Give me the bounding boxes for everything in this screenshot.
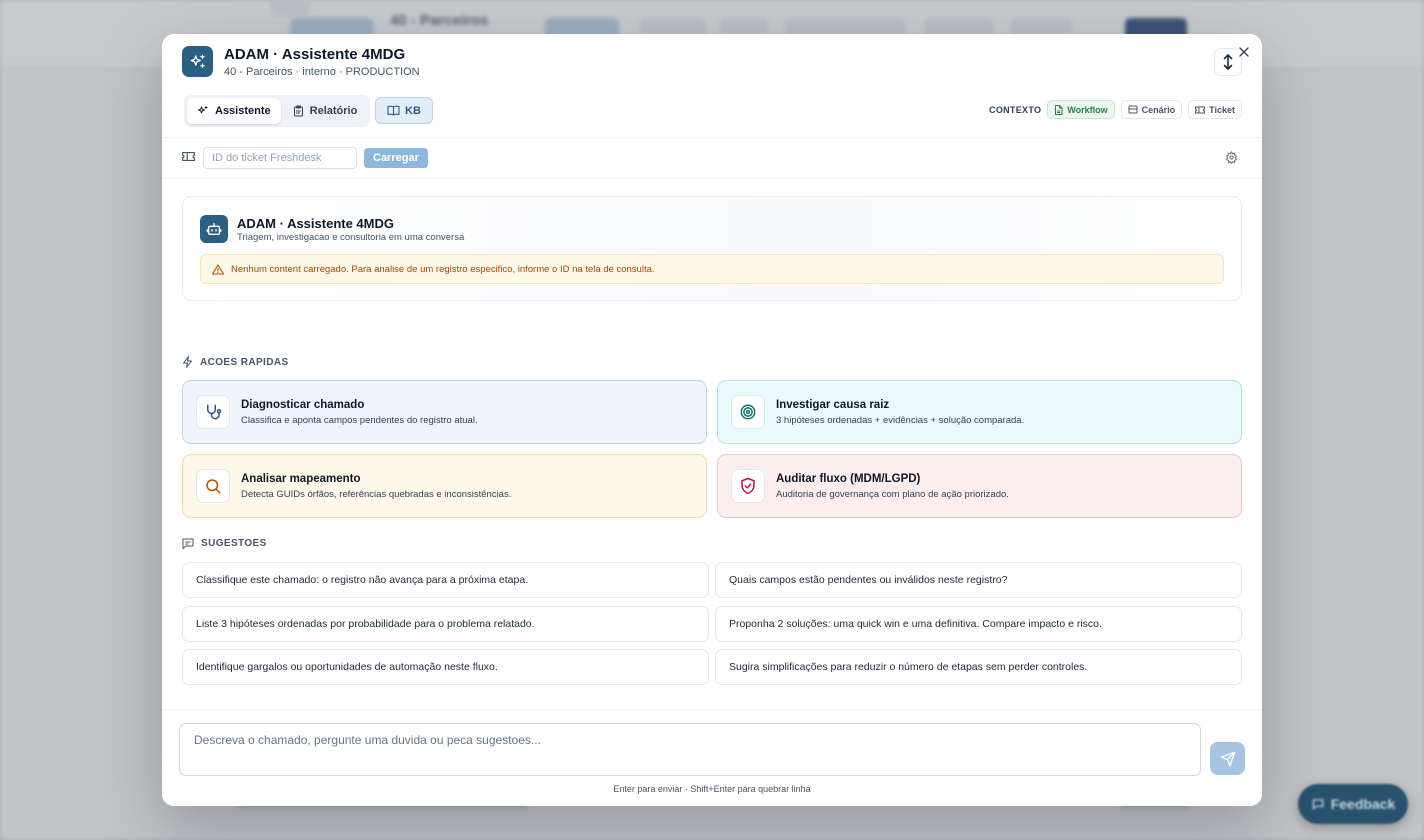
action-title: Analisar mapeamento xyxy=(241,472,361,485)
gear-icon[interactable] xyxy=(1225,151,1238,164)
welcome-title: ADAM · Assistente 4MDG xyxy=(237,216,394,231)
composer: Enter para enviar · Shift+Enter para que… xyxy=(162,709,1262,806)
bot-icon xyxy=(200,215,228,243)
suggestion-item[interactable]: Quais campos estão pendentes ou inválido… xyxy=(715,562,1242,598)
send-icon xyxy=(1220,751,1235,766)
ticket-id-input[interactable] xyxy=(203,147,357,169)
welcome-subtitle: Triagem, investigacao e consultoria em u… xyxy=(237,232,465,243)
target-icon xyxy=(731,395,765,429)
action-desc: Detecta GUIDs órfãos, referências quebra… xyxy=(241,488,512,500)
file-icon xyxy=(1055,104,1063,115)
action-desc: Auditoria de governança com plano de açã… xyxy=(776,488,1009,500)
suggestion-item[interactable]: Identifique gargalos ou oportunidades de… xyxy=(182,649,709,685)
feedback-button[interactable]: Feedback xyxy=(1298,784,1408,824)
context-chip-cenario[interactable]: Cenário xyxy=(1120,100,1183,119)
kb-button[interactable]: KB xyxy=(375,97,433,124)
action-analisar[interactable]: Analisar mapeamento Detecta GUIDs órfãos… xyxy=(182,454,707,518)
welcome-card: ADAM · Assistente 4MDG Triagem, investig… xyxy=(182,196,1242,301)
assistant-content: ADAM · Assistente 4MDG Triagem, investig… xyxy=(162,180,1262,710)
lightning-icon xyxy=(183,356,192,368)
action-diagnosticar[interactable]: Diagnosticar chamado Classifica e aponta… xyxy=(182,380,707,444)
section-label: ACOES RAPIDAS xyxy=(200,356,289,368)
ticket-icon xyxy=(182,152,195,161)
box-icon xyxy=(1128,105,1138,114)
modal-subtitle: 40 - Parceiros · interno · PRODUCTION xyxy=(224,66,420,78)
chat-icon xyxy=(1312,799,1324,811)
warning-icon xyxy=(212,263,224,275)
tab-relatorio[interactable]: Relatório xyxy=(283,98,368,124)
feedback-label: Feedback xyxy=(1330,796,1396,812)
send-button[interactable] xyxy=(1210,742,1245,775)
action-title: Investigar causa raiz xyxy=(776,398,890,411)
assistant-modal: ADAM · Assistente 4MDG 40 - Parceiros · … xyxy=(162,34,1262,806)
action-auditar[interactable]: Auditar fluxo (MDM/LGPD) Auditoria de go… xyxy=(717,454,1242,518)
context-chip-ticket[interactable]: Ticket xyxy=(1188,100,1242,119)
sparkles-icon xyxy=(198,106,208,114)
clipboard-icon xyxy=(293,105,303,117)
context-bar: CONTEXTO Workflow Cenário Ticket xyxy=(989,100,1242,119)
tab-label: Assistente xyxy=(215,105,271,117)
search-icon xyxy=(196,469,230,503)
arrows-vertical-icon xyxy=(1223,54,1233,70)
message-input[interactable] xyxy=(179,723,1201,776)
section-label: SUGESTOES xyxy=(201,538,267,549)
context-chip-workflow[interactable]: Workflow xyxy=(1047,100,1115,119)
modal-title: ADAM · Assistente 4MDG xyxy=(224,46,406,63)
context-label: CONTEXTO xyxy=(989,104,1042,115)
action-desc: Classifica e aponta campos pendentes do … xyxy=(241,414,478,426)
modal-header: ADAM · Assistente 4MDG 40 - Parceiros · … xyxy=(162,34,1262,138)
context-chip-label: Workflow xyxy=(1067,104,1108,115)
ticket-icon xyxy=(1195,106,1206,113)
close-button[interactable] xyxy=(1236,44,1252,60)
message-icon xyxy=(182,538,194,549)
close-icon xyxy=(1239,47,1249,57)
no-content-alert: Nenhum content carregado. Para analise d… xyxy=(200,254,1224,284)
suggestion-item[interactable]: Liste 3 hipóteses ordenadas por probabil… xyxy=(182,606,709,642)
mode-tabs: Assistente Relatório xyxy=(184,95,371,127)
book-icon xyxy=(387,105,400,116)
ticket-bar: Carregar xyxy=(162,139,1262,179)
stethoscope-icon xyxy=(196,395,230,429)
tab-label: Relatório xyxy=(309,105,358,117)
context-chip-label: Cenário xyxy=(1141,104,1176,115)
alert-text: Nenhum content carregado. Para analise d… xyxy=(231,263,655,275)
suggestions-heading: SUGESTOES xyxy=(182,538,267,549)
quick-actions-heading: ACOES RAPIDAS xyxy=(182,356,289,368)
action-title: Auditar fluxo (MDM/LGPD) xyxy=(776,472,921,485)
load-button[interactable]: Carregar xyxy=(364,148,428,168)
tab-assistente[interactable]: Assistente xyxy=(187,98,281,124)
shield-check-icon xyxy=(731,469,765,503)
kb-label: KB xyxy=(405,104,421,117)
context-chip-label: Ticket xyxy=(1209,104,1235,115)
action-investigar[interactable]: Investigar causa raiz 3 hipóteses ordena… xyxy=(717,380,1242,444)
suggestion-item[interactable]: Classifique este chamado: o registro não… xyxy=(182,562,709,598)
action-title: Diagnosticar chamado xyxy=(241,398,365,411)
suggestion-item[interactable]: Sugira simplificações para reduzir o núm… xyxy=(715,649,1242,685)
sparkles-logo-icon xyxy=(182,46,213,77)
action-desc: 3 hipóteses ordenadas + evidências + sol… xyxy=(776,414,1025,426)
suggestion-item[interactable]: Proponha 2 soluções: uma quick win e uma… xyxy=(715,606,1242,642)
composer-hint: Enter para enviar · Shift+Enter para que… xyxy=(613,784,811,794)
